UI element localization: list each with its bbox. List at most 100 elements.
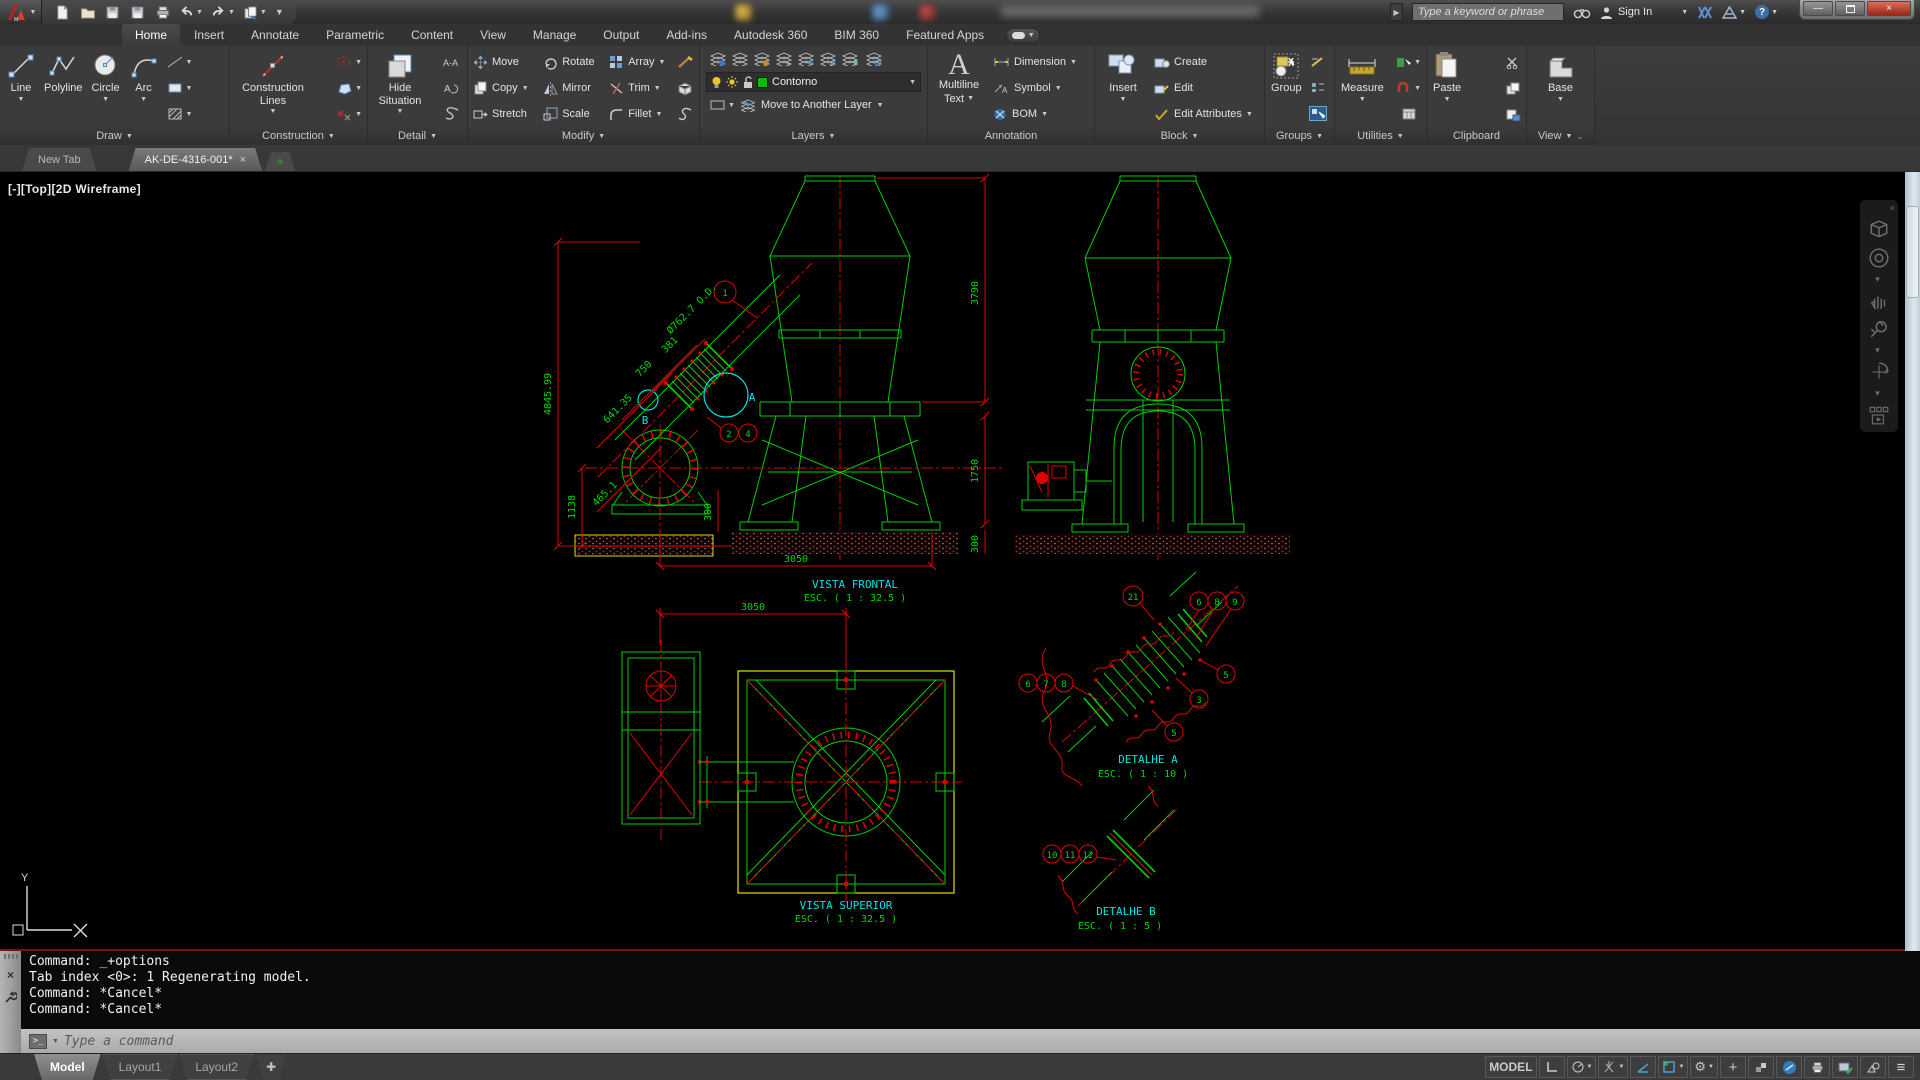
exchange-apps-icon[interactable]: [1697, 6, 1713, 19]
autodesk360-icon[interactable]: ▼: [1722, 6, 1746, 19]
join-button[interactable]: [676, 107, 694, 122]
tab-home[interactable]: Home: [122, 24, 180, 46]
paste-special-button[interactable]: [1505, 108, 1521, 121]
open-file-button[interactable]: [79, 4, 96, 20]
customization-menu-button[interactable]: ≡: [1888, 1056, 1914, 1078]
layer-freeze-button[interactable]: [798, 52, 814, 66]
polyline-button[interactable]: Polyline: [41, 49, 86, 127]
application-menu-button[interactable]: M ▼: [0, 0, 42, 24]
arc-button[interactable]: Arc▼: [126, 49, 162, 127]
detail-view-button[interactable]: A-A: [442, 55, 462, 69]
layer-pin-button[interactable]: [864, 52, 882, 66]
scrollbar-thumb[interactable]: [1906, 206, 1919, 298]
base-button[interactable]: Base▼: [1543, 49, 1579, 127]
quick-select-button[interactable]: ▼: [1396, 56, 1421, 68]
help-button[interactable]: ?▼: [1755, 5, 1778, 19]
line-button[interactable]: Line▼: [3, 49, 39, 127]
search-history-arrow[interactable]: ▶: [1390, 3, 1403, 21]
explode-box-button[interactable]: [676, 81, 694, 96]
save-as-button[interactable]: [129, 4, 146, 20]
plot-status-button[interactable]: [1804, 1056, 1830, 1078]
section-line-button[interactable]: [442, 107, 462, 121]
tab-parametric[interactable]: Parametric: [313, 24, 397, 46]
layers-panel-label[interactable]: Layers▼: [700, 127, 927, 145]
minimize-button[interactable]: —: [1803, 1, 1833, 16]
viewcube-icon[interactable]: [1868, 219, 1890, 241]
layer-thaw-button[interactable]: [842, 52, 858, 66]
rotate-button[interactable]: Rotate: [541, 53, 601, 72]
fillet-button[interactable]: Fillet▼: [607, 105, 672, 124]
tab-annotate[interactable]: Annotate: [238, 24, 312, 46]
drawing-tab-active[interactable]: AK-DE-4316-001*×: [129, 148, 263, 171]
modify-panel-label[interactable]: Modify▼: [468, 127, 699, 145]
plot-button[interactable]: [154, 4, 171, 20]
sheet-set-button[interactable]: ▼: [243, 5, 267, 20]
groups-panel-label[interactable]: Groups▼: [1265, 127, 1334, 145]
construction-erase-button[interactable]: ▼: [335, 107, 362, 122]
tab-close-icon[interactable]: ×: [240, 154, 246, 166]
command-prompt-icon[interactable]: >_: [29, 1034, 47, 1049]
construction-lines-button[interactable]: Construction Lines▼: [233, 49, 313, 127]
vertical-scrollbar[interactable]: [1905, 172, 1920, 951]
clipboard-panel-label[interactable]: Clipboard: [1427, 127, 1526, 145]
layer-properties-button[interactable]: [710, 52, 726, 66]
undo-button[interactable]: ▼: [179, 5, 203, 20]
bom-button[interactable]: BOM▼: [991, 105, 1050, 124]
array-button[interactable]: Array▼: [607, 53, 672, 72]
tab-view[interactable]: View: [467, 24, 519, 46]
construction-polygon-button[interactable]: ▼: [335, 81, 362, 96]
utilities-panel-label[interactable]: Utilities▼: [1335, 127, 1426, 145]
close-button[interactable]: ×: [1867, 1, 1911, 16]
orbit-icon[interactable]: [1868, 361, 1890, 383]
tab-addins[interactable]: Add-ins: [653, 24, 720, 46]
tab-bim360[interactable]: BIM 360: [821, 24, 892, 46]
copy-button[interactable]: Copy▼: [471, 79, 535, 98]
edit-attributes-button[interactable]: Edit Attributes▼: [1152, 105, 1255, 124]
hardware-acceleration-button[interactable]: [1776, 1056, 1802, 1078]
crosshair-button[interactable]: +: [1720, 1056, 1746, 1078]
qat-customize-caret-icon[interactable]: ▼: [275, 8, 284, 17]
symbol-button[interactable]: ASymbol▼: [991, 79, 1064, 98]
showmotion-icon[interactable]: [1868, 404, 1890, 426]
group-selection-toggle[interactable]: [1309, 106, 1327, 121]
stretch-button[interactable]: Stretch: [471, 105, 535, 124]
object-snap-button[interactable]: ▼: [1658, 1056, 1688, 1078]
copy-clip-button[interactable]: [1505, 82, 1521, 95]
pan-hand-icon[interactable]: [1868, 290, 1890, 312]
layer-select-combo[interactable]: Contorno ▼: [706, 72, 921, 92]
annotation-monitor-button[interactable]: [1832, 1056, 1858, 1078]
quick-calc-button[interactable]: [1402, 108, 1416, 120]
block-panel-label[interactable]: Block▼: [1095, 127, 1264, 145]
ungroup-button[interactable]: [1310, 56, 1326, 68]
move-to-layer-label[interactable]: Move to Another Layer: [761, 99, 872, 111]
viewport-controls[interactable]: [-][Top][2D Wireframe]: [8, 182, 141, 196]
cut-button[interactable]: [1505, 56, 1521, 69]
layer-unisolate-button[interactable]: [776, 52, 792, 66]
new-layout-button[interactable]: ✚: [256, 1054, 286, 1080]
tab-autodesk360[interactable]: Autodesk 360: [721, 24, 820, 46]
search-input[interactable]: [1412, 3, 1564, 21]
measure-button[interactable]: Measure▼: [1338, 49, 1387, 127]
hatch-button[interactable]: ▼: [166, 107, 193, 121]
new-drawing-button[interactable]: +: [265, 152, 295, 171]
command-input[interactable]: [64, 1034, 1920, 1049]
construction-line-button[interactable]: ▼: [166, 55, 193, 69]
view-panel-label[interactable]: View▼⌄: [1527, 127, 1594, 145]
layout1-tab[interactable]: Layout1: [103, 1054, 178, 1080]
steering-wheel-icon[interactable]: [1868, 247, 1890, 269]
wrench-icon[interactable]: [4, 991, 17, 1004]
match-properties-button[interactable]: [676, 55, 694, 70]
layer-off-button[interactable]: [732, 52, 748, 66]
isolate-objects-button[interactable]: [1860, 1056, 1886, 1078]
move-button[interactable]: Move: [471, 53, 535, 72]
sign-in-button[interactable]: Sign In ▼: [1600, 6, 1688, 19]
model-tab[interactable]: Model: [34, 1054, 101, 1080]
zoom-extents-icon[interactable]: [1868, 318, 1890, 340]
restore-button[interactable]: [1835, 1, 1865, 16]
redo-button[interactable]: ▼: [211, 5, 235, 20]
tab-manage[interactable]: Manage: [520, 24, 589, 46]
move-to-layer-button[interactable]: [740, 99, 756, 112]
tab-featured-apps[interactable]: Featured Apps: [893, 24, 997, 46]
grid-button[interactable]: [1539, 1056, 1565, 1078]
tab-content[interactable]: Content: [398, 24, 466, 46]
